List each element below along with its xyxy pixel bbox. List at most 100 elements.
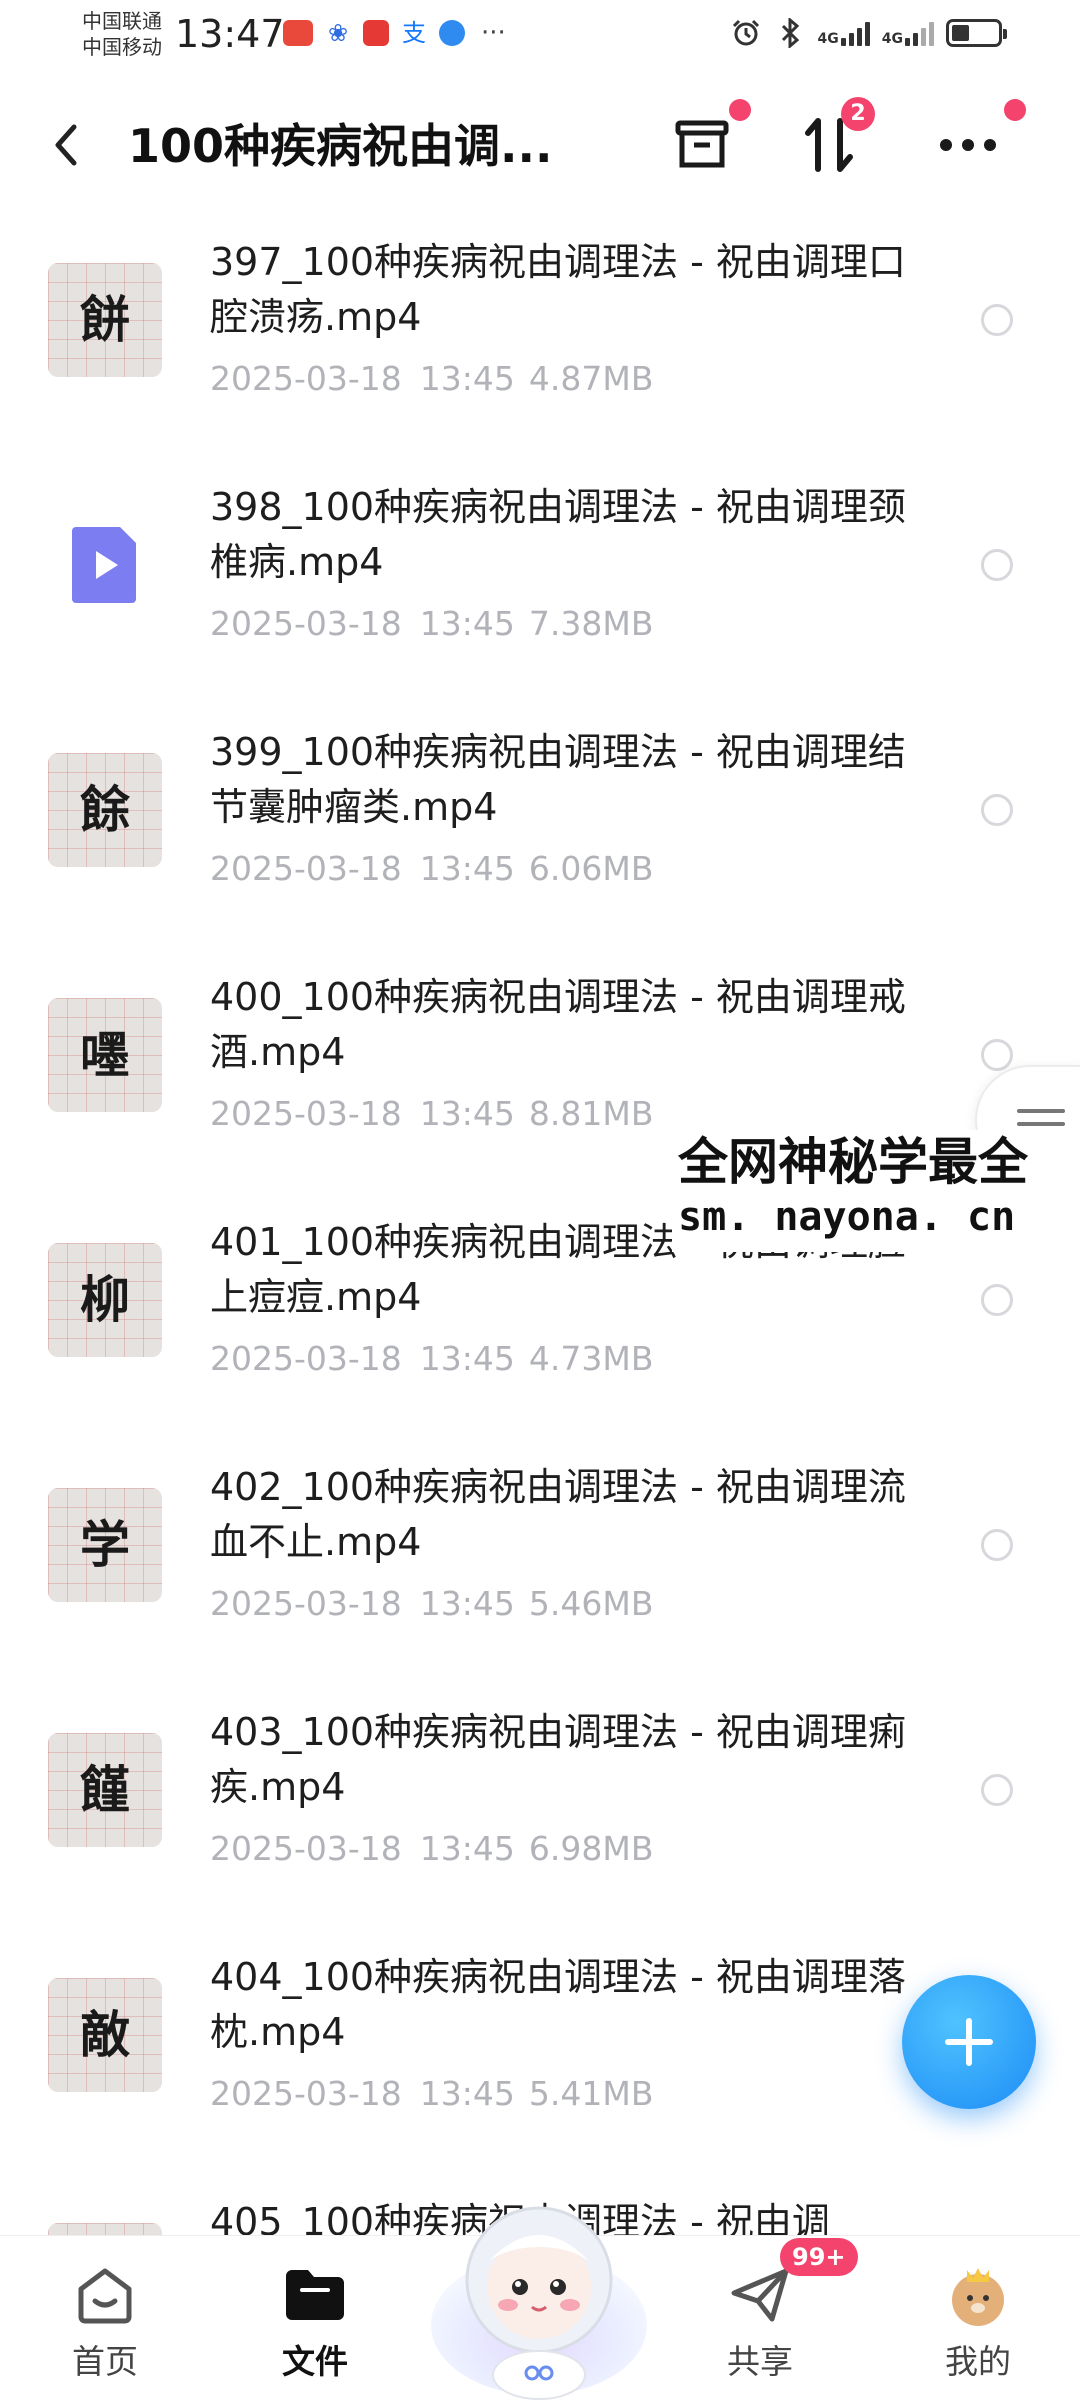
nav-home[interactable]: 首页 [35, 2236, 175, 2400]
video-file-icon [48, 508, 162, 622]
archive-icon [675, 120, 729, 168]
system-icons: 4G 4G [730, 18, 1007, 48]
file-size: 5.41MB [528, 2074, 654, 2113]
file-size: 7.38MB [528, 604, 654, 643]
file-date: 2025-03-18 [210, 1094, 402, 1133]
bluetooth-icon [774, 18, 806, 48]
file-time: 13:45 [419, 604, 515, 643]
select-radio[interactable] [981, 1039, 1013, 1071]
file-row[interactable]: 学 402_100种疾病祝由调理法 - 祝由调理流血不止.mp4 2025-03-1… [0, 1430, 1080, 1675]
top-app-bar: 100种疾病祝由调... 2 [0, 90, 1080, 200]
select-radio[interactable] [981, 1529, 1013, 1561]
select-radio[interactable] [981, 304, 1013, 336]
file-size: 5.46MB [528, 1584, 654, 1623]
file-meta: 2025-03-18 13:45 4.87MB [210, 357, 653, 401]
archive-button[interactable] [662, 99, 751, 185]
calligraphy-glyph: 学 [80, 1515, 130, 1574]
huawei-app-icon [283, 20, 313, 46]
plus-icon [945, 2018, 993, 2066]
file-date: 2025-03-18 [210, 359, 402, 398]
file-thumbnail: 敵 [48, 1978, 162, 2092]
file-date: 2025-03-18 [210, 849, 402, 888]
file-row[interactable]: 398_100种疾病祝由调理法 - 祝由调理颈椎病.mp4 2025-03-18 1… [0, 450, 1080, 695]
select-radio[interactable] [981, 1284, 1013, 1316]
battery-icon [946, 19, 1007, 47]
network-type-2: 4G [881, 31, 903, 47]
file-name: 400_100种疾病祝由调理法 - 祝由调理戒酒.mp4 [210, 975, 906, 1074]
file-thumbnail: 柳 [48, 1243, 162, 1357]
page-title: 100种疾病祝由调... [128, 119, 553, 173]
file-time: 13:45 [419, 1829, 515, 1868]
file-meta: 2025-03-18 13:45 6.98MB [210, 1827, 653, 1871]
file-meta: 2025-03-18 13:45 8.81MB [210, 1092, 653, 1136]
file-date: 2025-03-18 [210, 1829, 402, 1868]
select-radio[interactable] [981, 794, 1013, 826]
select-radio[interactable] [981, 549, 1013, 581]
file-name: 399_100种疾病祝由调理法 - 祝由调理结节囊肿瘤类.mp4 [210, 730, 906, 829]
watermark-overlay: 全网神秘学最全 sm. nayona. cn [672, 1130, 1080, 1252]
mascot-assistant-button[interactable] [424, 2175, 654, 2400]
calligraphy-glyph: 柳 [80, 1270, 130, 1329]
file-folder-screen: 中国联通 中国移动 13:47 ❀ 支 ··· 4G 4G 100种疾病祝由调.… [0, 0, 1080, 2400]
carrier-names: 中国联通 中国移动 [82, 8, 162, 60]
signal-2: 4G [882, 20, 934, 46]
file-meta: 2025-03-18 13:45 7.38MB [210, 602, 653, 646]
chevron-left-icon [55, 124, 77, 166]
select-radio[interactable] [981, 1774, 1013, 1806]
file-meta: 2025-03-18 13:45 5.41MB [210, 2072, 653, 2116]
file-row[interactable]: 餘 399_100种疾病祝由调理法 - 祝由调理结节囊肿瘤类.mp4 2025-03… [0, 695, 1080, 940]
file-name: 403_100种疾病祝由调理法 - 祝由调理痢疾.mp4 [210, 1710, 906, 1809]
nav-files[interactable]: 文件 [245, 2236, 385, 2400]
calligraphy-glyph: 餘 [80, 780, 130, 839]
back-button[interactable] [50, 115, 90, 175]
file-thumbnail: 学 [48, 1488, 162, 1602]
notification-icons: ❀ 支 ··· [283, 20, 506, 46]
file-time: 13:45 [419, 1094, 515, 1133]
file-meta: 2025-03-18 13:45 5.46MB [210, 1582, 653, 1626]
more-dots-icon [940, 139, 996, 151]
file-thumbnail: 餅 [48, 263, 162, 377]
sort-badge: 2 [841, 97, 875, 131]
folder-icon [280, 2260, 350, 2330]
signal-bars-icon [905, 20, 934, 46]
file-meta: 2025-03-18 13:45 6.06MB [210, 847, 653, 891]
file-date: 2025-03-18 [210, 1339, 402, 1378]
file-size: 8.81MB [528, 1094, 654, 1133]
more-options-button[interactable] [928, 99, 1026, 185]
file-date: 2025-03-18 [210, 2074, 402, 2113]
share-badge: 99+ [780, 2238, 858, 2276]
network-type-1: 4G [817, 31, 839, 47]
file-thumbnail: 饉 [48, 1733, 162, 1847]
file-time: 13:45 [419, 849, 515, 888]
alarm-icon [730, 18, 762, 48]
notification-dot [1004, 99, 1026, 121]
file-size: 4.73MB [528, 1339, 654, 1378]
file-date: 2025-03-18 [210, 604, 402, 643]
notification-dot [729, 99, 751, 121]
nav-home-label: 首页 [72, 2342, 138, 2381]
file-thumbnail: 嚜 [48, 998, 162, 1112]
file-row[interactable]: 饉 403_100种疾病祝由调理法 - 祝由调理痢疾.mp4 2025-03-18 1… [0, 1675, 1080, 1920]
nav-mine-label: 我的 [945, 2342, 1011, 2381]
globe-icon [439, 20, 465, 46]
file-thumbnail: 餘 [48, 753, 162, 867]
file-row[interactable]: 餅 397_100种疾病祝由调理法 - 祝由调理口腔溃疡.mp4 2025-03-1… [0, 205, 1080, 450]
home-icon [70, 2260, 140, 2330]
status-bar: 中国联通 中国移动 13:47 ❀ 支 ··· 4G 4G [0, 0, 1080, 75]
file-time: 13:45 [419, 1584, 515, 1623]
calligraphy-glyph: 饉 [80, 1760, 130, 1819]
signal-bars-icon [840, 20, 870, 46]
nav-files-label: 文件 [282, 2342, 348, 2381]
add-button[interactable] [902, 1975, 1036, 2109]
file-time: 13:45 [419, 2074, 515, 2113]
file-name: 398_100种疾病祝由调理法 - 祝由调理颈椎病.mp4 [210, 485, 906, 584]
sort-button[interactable]: 2 [790, 97, 875, 185]
file-size: 6.98MB [528, 1829, 654, 1868]
file-size: 6.06MB [528, 849, 654, 888]
carrier-1: 中国联通 [82, 9, 162, 33]
watermark-line-1: 全网神秘学最全 [678, 1133, 1028, 1191]
avatar-icon [943, 2260, 1013, 2330]
file-time: 13:45 [419, 359, 515, 398]
calligraphy-glyph: 敵 [80, 2005, 130, 2064]
nav-mine[interactable]: 我的 [908, 2236, 1048, 2400]
